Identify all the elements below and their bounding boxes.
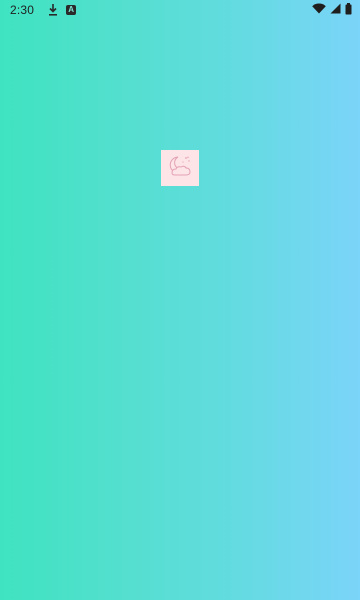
download-icon <box>48 4 58 16</box>
status-bar-right <box>312 0 352 20</box>
signal-icon <box>330 3 341 17</box>
status-bar: 2:30 A <box>0 0 360 20</box>
a-badge-icon: A <box>66 5 77 15</box>
wifi-icon <box>312 3 326 17</box>
status-bar-left: 2:30 A <box>10 0 77 20</box>
splash-logo <box>161 150 199 186</box>
status-time: 2:30 <box>10 3 35 17</box>
battery-icon <box>345 2 352 18</box>
moon-cloud-stars-icon <box>166 153 194 184</box>
